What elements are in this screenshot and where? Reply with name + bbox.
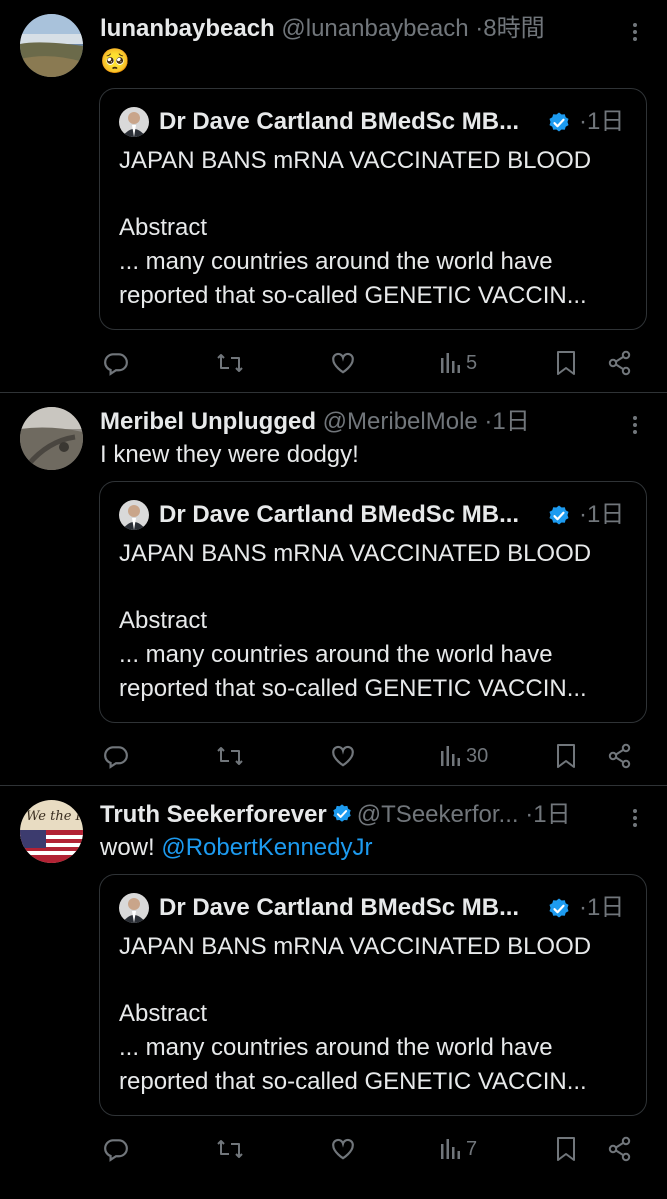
handle[interactable]: @MeribelMole: [323, 408, 478, 435]
tweet[interactable]: lunanbaybeach @lunanbaybeach ·8時間 🥺 Dr D…: [0, 0, 667, 393]
reply-button[interactable]: [103, 345, 129, 381]
quote-text-line: reported that so-called GENETIC VACCIN..…: [119, 1068, 587, 1095]
reply-icon: [103, 743, 129, 769]
share-button[interactable]: [607, 738, 633, 774]
quote-timestamp: ·1日: [579, 894, 625, 921]
quote-avatar: [119, 893, 149, 923]
quote-tweet[interactable]: Dr Dave Cartland BMedSc MB... ·1日 JAPAN …: [99, 874, 647, 1116]
tweet-header: Truth Seekerforever @TSeekerfor... ·1日: [100, 798, 627, 832]
reply-button[interactable]: [103, 738, 129, 774]
tweet-text: wow! @RobertKennedyJr: [100, 832, 373, 864]
tweet-text-content: I knew they were dodgy!: [100, 441, 359, 468]
bookmark-button[interactable]: [555, 345, 577, 381]
quote-text-line: JAPAN BANS mRNA VACCINATED BLOOD: [119, 540, 592, 567]
more-icon[interactable]: [625, 800, 645, 834]
tweet-text: 🥺: [100, 46, 130, 78]
views-button[interactable]: 7: [440, 1131, 477, 1167]
quote-text-line: JAPAN BANS mRNA VACCINATED BLOOD: [119, 147, 592, 174]
quote-text-line: Abstract: [119, 214, 208, 241]
share-button[interactable]: [607, 1131, 633, 1167]
quote-timestamp: ·1日: [579, 108, 625, 135]
verified-badge-icon: [547, 111, 571, 135]
timestamp[interactable]: 1日: [492, 408, 529, 435]
handle[interactable]: @TSeekerfor...: [357, 801, 519, 828]
quote-timestamp: ·1日: [579, 501, 625, 528]
verified-badge-icon: [547, 897, 571, 921]
timestamp[interactable]: 1日: [533, 801, 570, 828]
share-button[interactable]: [607, 345, 633, 381]
repost-button[interactable]: [216, 345, 244, 381]
tweet-header: lunanbaybeach @lunanbaybeach ·8時間: [100, 12, 627, 46]
quote-text-line: reported that so-called GENETIC VACCIN..…: [119, 282, 587, 309]
share-icon: [607, 743, 633, 769]
tweet-text: I knew they were dodgy!: [100, 439, 359, 471]
verified-badge-icon: [547, 504, 571, 528]
tweet-header: Meribel Unplugged @MeribelMole ·1日: [100, 405, 627, 439]
bookmark-icon: [555, 350, 577, 376]
mention-link[interactable]: @RobertKennedyJr: [161, 834, 372, 861]
bookmark-icon: [555, 743, 577, 769]
handle[interactable]: @lunanbaybeach: [281, 15, 468, 42]
reply-icon: [103, 350, 129, 376]
repost-button[interactable]: [216, 1131, 244, 1167]
reply-icon: [103, 1136, 129, 1162]
like-button[interactable]: [330, 738, 356, 774]
tweet-text-content: 🥺: [100, 48, 130, 75]
like-icon: [330, 743, 356, 769]
quote-text-line: ... many countries around the world have: [119, 1034, 553, 1061]
views-count: 5: [466, 351, 478, 374]
quote-text-line: ... many countries around the world have: [119, 641, 553, 668]
action-bar: 5: [0, 345, 667, 381]
bookmark-button[interactable]: [555, 1131, 577, 1167]
views-icon: [440, 745, 462, 767]
more-icon[interactable]: [625, 14, 645, 48]
repost-icon: [216, 1136, 244, 1162]
quote-text-line: JAPAN BANS mRNA VACCINATED BLOOD: [119, 933, 592, 960]
action-bar: 7: [0, 1131, 667, 1167]
quote-display-name: Dr Dave Cartland BMedSc MB...: [159, 501, 520, 528]
quote-avatar: [119, 107, 149, 137]
display-name[interactable]: lunanbaybeach: [100, 15, 275, 42]
like-button[interactable]: [330, 345, 356, 381]
quote-text-line: Abstract: [119, 607, 208, 634]
quote-tweet[interactable]: Dr Dave Cartland BMedSc MB... ·1日 JAPAN …: [99, 88, 647, 330]
avatar[interactable]: We the People: [20, 800, 83, 863]
quote-display-name: Dr Dave Cartland BMedSc MB...: [159, 894, 520, 921]
share-icon: [607, 1136, 633, 1162]
like-icon: [330, 350, 356, 376]
views-icon: [440, 352, 462, 374]
repost-button[interactable]: [216, 738, 244, 774]
bookmark-button[interactable]: [555, 738, 577, 774]
share-icon: [607, 350, 633, 376]
repost-icon: [216, 350, 244, 376]
tweet[interactable]: We the People Truth Seekerforever @TSeeke…: [0, 786, 667, 1179]
bookmark-icon: [555, 1136, 577, 1162]
more-icon[interactable]: [625, 407, 645, 441]
views-button[interactable]: 30: [440, 738, 488, 774]
quote-avatar: [119, 500, 149, 530]
quote-text-line: reported that so-called GENETIC VACCIN..…: [119, 675, 587, 702]
like-icon: [330, 1136, 356, 1162]
tweet-text-content: wow!: [100, 834, 155, 861]
quote-display-name: Dr Dave Cartland BMedSc MB...: [159, 108, 520, 135]
avatar[interactable]: [20, 14, 83, 77]
views-count: 7: [466, 1137, 478, 1160]
quote-tweet[interactable]: Dr Dave Cartland BMedSc MB... ·1日 JAPAN …: [99, 481, 647, 723]
timestamp[interactable]: 8時間: [483, 15, 544, 42]
views-icon: [440, 1138, 462, 1160]
tweet[interactable]: Meribel Unplugged @MeribelMole ·1日 I kne…: [0, 393, 667, 786]
verified-badge-icon: [331, 801, 353, 823]
display-name[interactable]: Meribel Unplugged: [100, 408, 316, 435]
action-bar: 30: [0, 738, 667, 774]
reply-button[interactable]: [103, 1131, 129, 1167]
views-button[interactable]: 5: [440, 345, 477, 381]
quote-text-line: ... many countries around the world have: [119, 248, 553, 275]
display-name[interactable]: Truth Seekerforever: [100, 801, 327, 828]
quote-text-line: Abstract: [119, 1000, 208, 1027]
like-button[interactable]: [330, 1131, 356, 1167]
avatar[interactable]: [20, 407, 83, 470]
repost-icon: [216, 743, 244, 769]
views-count: 30: [466, 744, 489, 767]
svg-text:We the People: We the People: [26, 809, 83, 824]
